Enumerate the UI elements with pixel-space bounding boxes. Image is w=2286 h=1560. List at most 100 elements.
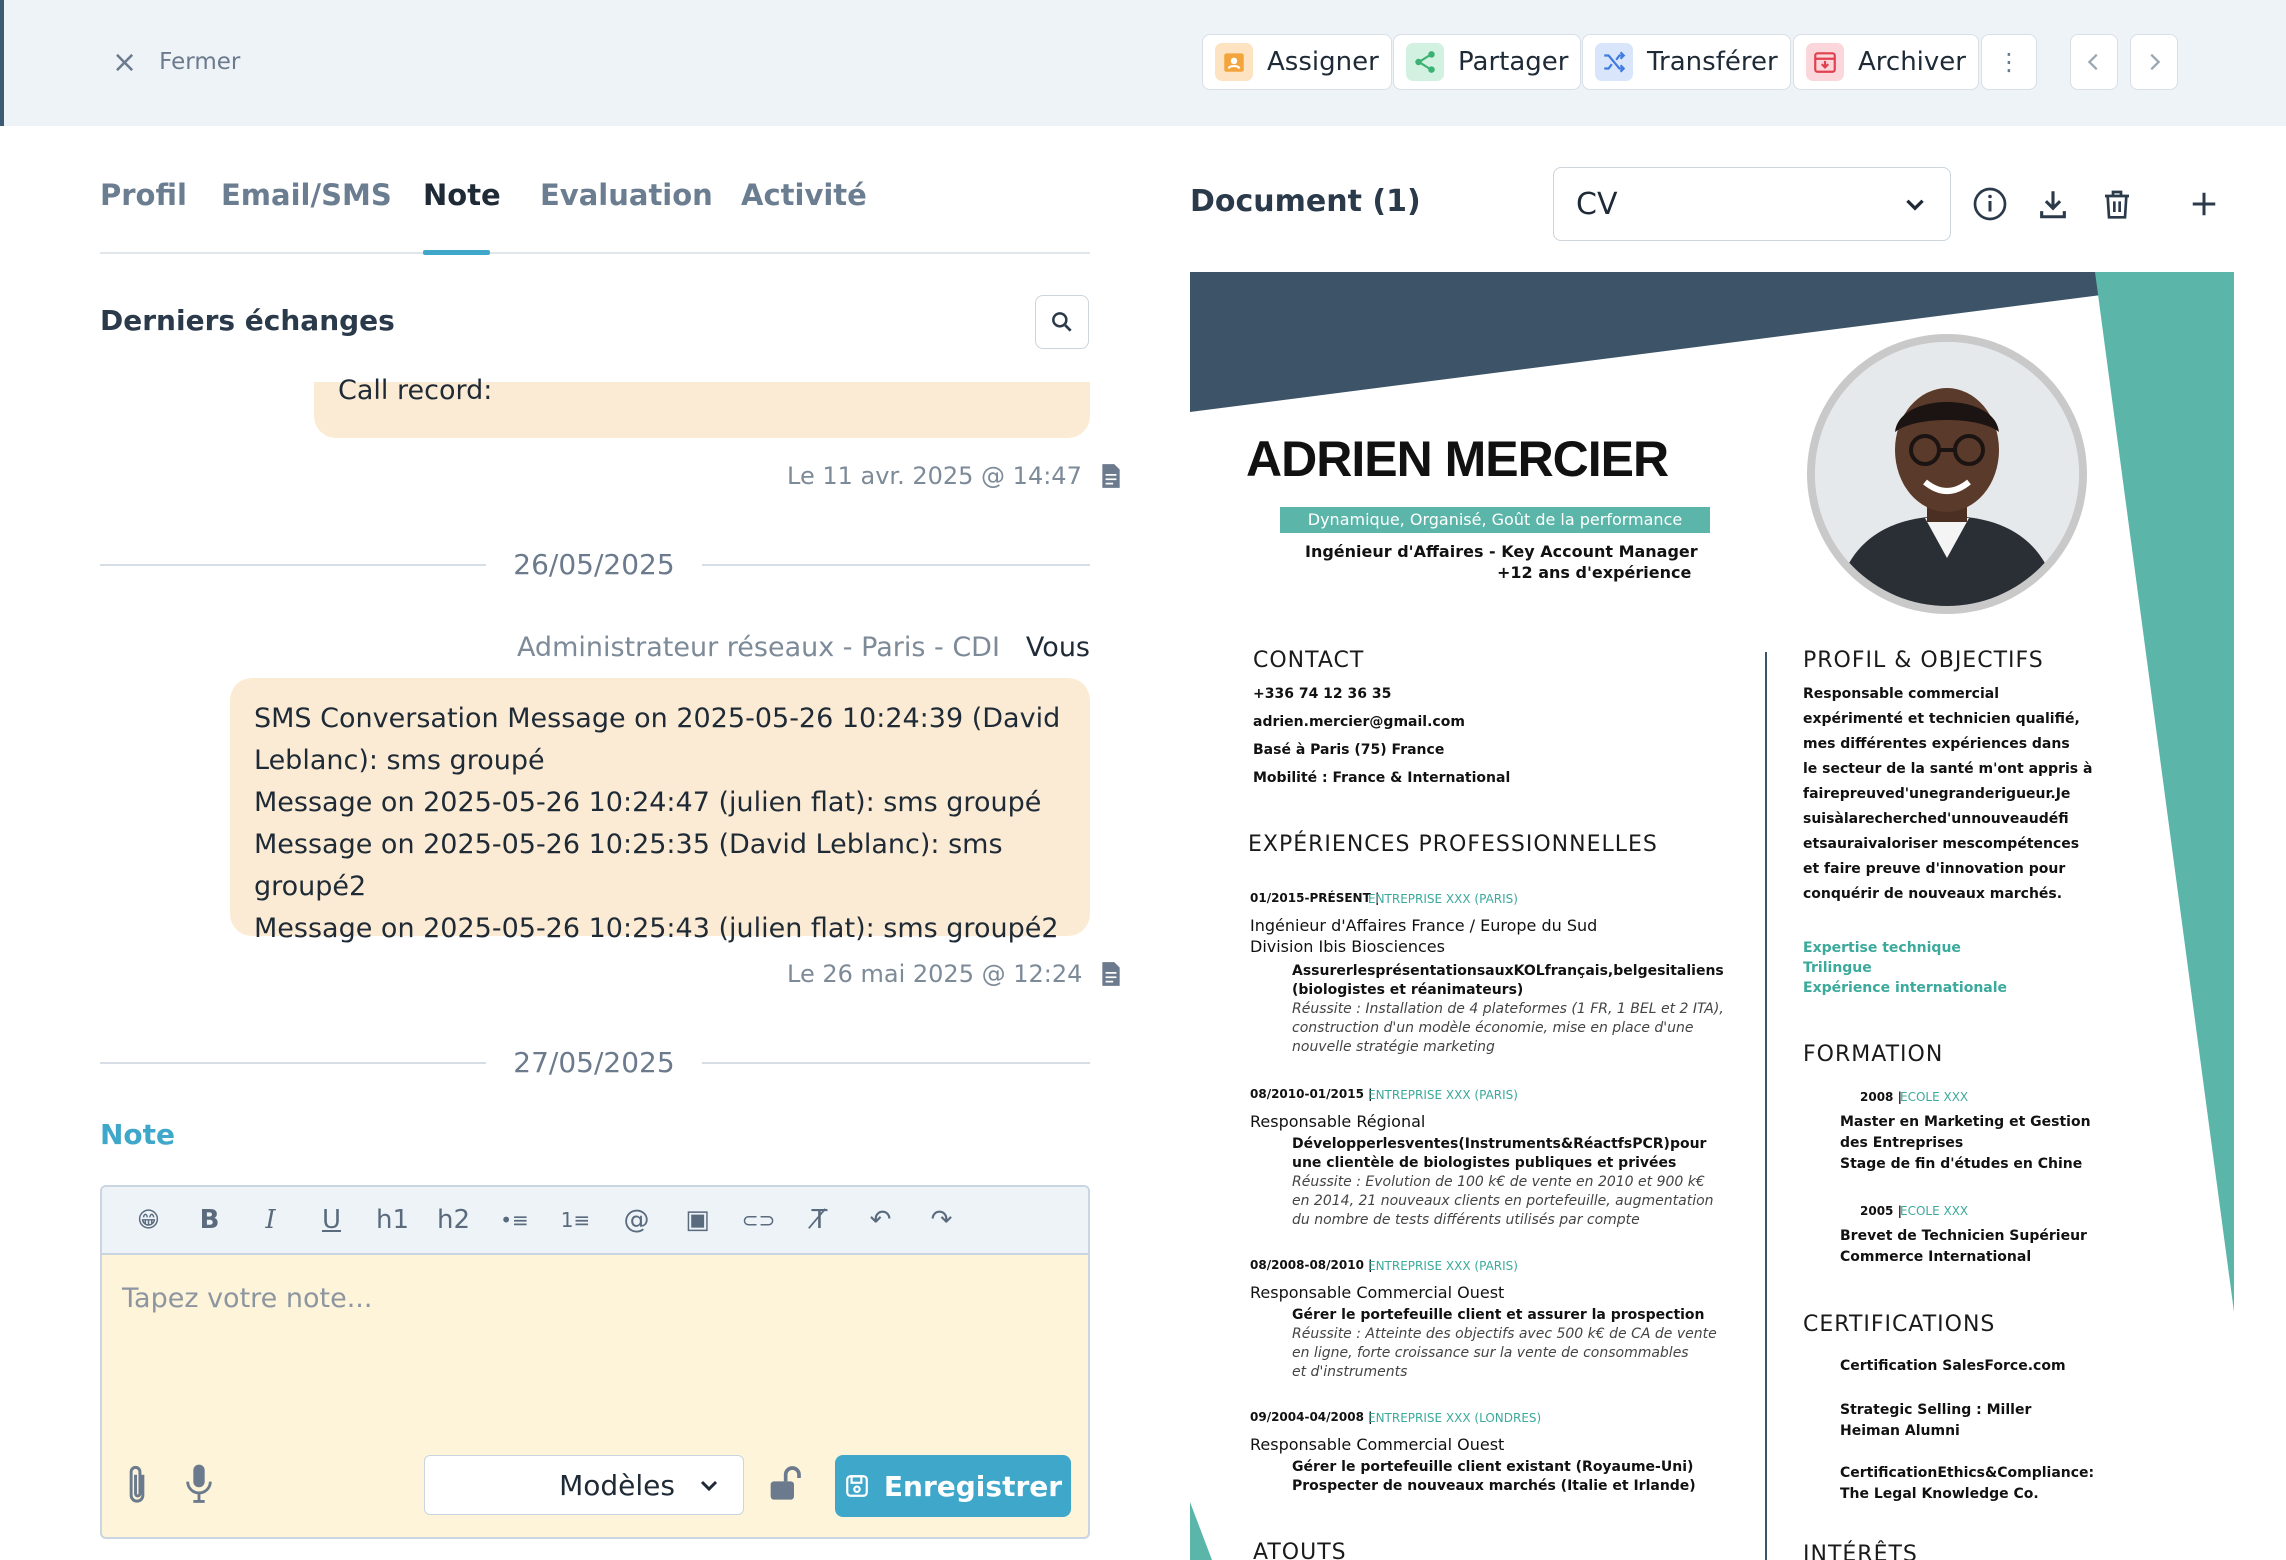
bullet-list-button[interactable]: •≡: [484, 1208, 545, 1232]
add-document-button[interactable]: [2184, 182, 2224, 226]
timestamp-text: Le 26 mai 2025 @ 12:24: [787, 960, 1083, 988]
timestamp-text: Le 11 avr. 2025 @ 14:47: [787, 462, 1082, 490]
save-icon: [846, 1475, 868, 1497]
cv-strength: Expertise technique: [1803, 940, 1961, 956]
cv-cert-title: CERTIFICATIONS: [1803, 1312, 1996, 1337]
clear-format-button[interactable]: T̸: [789, 1205, 850, 1235]
tab-email-sms[interactable]: Email/SMS: [221, 178, 392, 212]
cv-job-dates: 01/2015-PRÉSENT |: [1250, 891, 1380, 905]
note-input[interactable]: Tapez votre note...: [122, 1283, 372, 1314]
attachment-icon[interactable]: [122, 1463, 152, 1507]
search-icon: [1052, 312, 1072, 332]
cv-success-text: Installation de 4 plateformes (1 FR, 1 B…: [1360, 1001, 1724, 1017]
close-icon: ×: [112, 44, 138, 80]
date-separator: 27/05/2025: [100, 1046, 1090, 1079]
document-icon[interactable]: [1100, 961, 1122, 987]
exchanges-title: Derniers échanges: [100, 304, 395, 337]
cv-profile-line: fairepreuved'unegranderigueur.Je: [1803, 786, 2071, 802]
next-button[interactable]: [2130, 34, 2178, 90]
message-line: Message on 2025-05-26 10:25:43 (julien f…: [254, 913, 1059, 944]
trash-icon: [2105, 190, 2129, 219]
cv-job-title: Responsable Régional: [1250, 1112, 1426, 1131]
heading1-button[interactable]: h1: [362, 1205, 423, 1235]
transfer-button[interactable]: Transférer: [1582, 34, 1791, 90]
cv-job-dates: 08/2010-01/2015 |: [1250, 1087, 1373, 1101]
underline-button[interactable]: U: [301, 1205, 362, 1235]
tab-evaluation[interactable]: Evaluation: [540, 178, 713, 212]
cv-profile-line: le secteur de la santé m'ont appris à: [1803, 761, 2093, 777]
close-button[interactable]: × Fermer: [112, 42, 240, 82]
assign-button[interactable]: Assigner: [1202, 34, 1392, 90]
numbered-list-button[interactable]: 1≡: [545, 1208, 606, 1232]
cv-formation-school: ECOLE XXX: [1900, 1090, 1969, 1104]
bold-button[interactable]: B: [179, 1205, 240, 1235]
tab-profil[interactable]: Profil: [100, 178, 187, 212]
cv-success-label: Réussite :: [1292, 1326, 1361, 1342]
cv-mobility: Mobilité : France & International: [1253, 770, 1511, 786]
cv-strength: Trilingue: [1803, 960, 1872, 976]
cv-success-label: Réussite :: [1292, 1174, 1361, 1190]
cv-job-company: ENTREPRISE XXX (PARIS): [1368, 1088, 1518, 1102]
save-label: Enregistrer: [883, 1469, 1063, 1503]
emoji-button[interactable]: 😁: [118, 1208, 179, 1233]
unlock-icon[interactable]: [764, 1463, 804, 1503]
assign-icon: [1215, 43, 1253, 81]
cv-formation-title: FORMATION: [1803, 1042, 1944, 1067]
mention-button[interactable]: @: [606, 1205, 667, 1235]
date-separator-label: 26/05/2025: [513, 548, 675, 581]
italic-button[interactable]: I: [240, 1205, 301, 1235]
tab-note[interactable]: Note: [423, 178, 501, 212]
save-button[interactable]: Enregistrer: [835, 1455, 1071, 1517]
message-line: Leblanc): sms groupé: [254, 745, 545, 776]
image-button[interactable]: ▣: [667, 1205, 728, 1235]
cv-formation-line: des Entreprises: [1840, 1135, 1964, 1151]
cv-cert: Strategic Selling : Miller: [1840, 1402, 2032, 1418]
assign-label: Assigner: [1267, 47, 1379, 77]
note-label: Note: [100, 1118, 176, 1151]
sender-name: Vous: [1025, 632, 1090, 663]
cv-contact-title: CONTACT: [1253, 648, 1365, 673]
cv-profile-line: suisàlarecherched'unnouveaudéfi: [1803, 811, 2069, 827]
cv-location: Basé à Paris (75) France: [1253, 742, 1445, 758]
archive-button[interactable]: Archiver: [1793, 34, 1979, 90]
tab-activite[interactable]: Activité: [741, 178, 867, 212]
search-button[interactable]: [1035, 295, 1089, 349]
transfer-icon: [1595, 43, 1633, 81]
share-button[interactable]: Partager: [1393, 34, 1582, 90]
active-tab-indicator: [423, 250, 490, 255]
cv-success-text: nouvelle stratégie marketing: [1292, 1039, 1495, 1055]
cv-success-text: en 2014, 21 nouveaux clients en portefeu…: [1292, 1193, 1714, 1209]
archive-label: Archiver: [1858, 47, 1966, 77]
download-button[interactable]: [2033, 182, 2073, 226]
redo-button[interactable]: ↷: [911, 1205, 972, 1235]
microphone-icon[interactable]: [182, 1461, 216, 1505]
cv-cert: Certification SalesForce.com: [1840, 1358, 2066, 1374]
cv-profile-line: expérimenté et technicien qualifié,: [1803, 711, 2080, 727]
tabs-divider: [100, 252, 1090, 254]
message-line: SMS Conversation Message on 2025-05-26 1…: [254, 703, 1061, 734]
heading2-button[interactable]: h2: [423, 1205, 484, 1235]
templates-select[interactable]: Modèles: [424, 1455, 744, 1515]
cv-interests-title: INTÉRÊTS: [1803, 1542, 1918, 1560]
previous-button[interactable]: [2070, 34, 2118, 90]
cv-job-company: ENTREPRISE XXX (PARIS): [1368, 892, 1518, 906]
undo-button[interactable]: ↶: [850, 1205, 911, 1235]
link-button[interactable]: ⊂⊃: [728, 1208, 789, 1232]
delete-button[interactable]: [2097, 182, 2137, 226]
date-separator-label: 27/05/2025: [513, 1046, 675, 1079]
more-options-button[interactable]: ⋮: [1981, 34, 2037, 90]
document-select-value: CV: [1576, 186, 1618, 222]
cv-success-text: et d'instruments: [1292, 1364, 1408, 1380]
cv-cert: CertificationEthics&Compliance:: [1840, 1465, 2095, 1481]
editor-toolbar: 😁 B I U h1 h2 •≡ 1≡ @ ▣ ⊂⊃ T̸ ↶ ↷: [102, 1187, 1088, 1255]
message-sender: Administrateur réseaux - Paris - CDI Vou…: [517, 632, 1090, 663]
info-button[interactable]: [1970, 182, 2010, 226]
cv-role: Ingénieur d'Affaires - Key Account Manag…: [1305, 542, 1698, 561]
document-icon[interactable]: [1100, 463, 1122, 489]
document-select[interactable]: CV: [1553, 167, 1951, 241]
cv-experience-title: EXPÉRIENCES PROFESSIONNELLES: [1248, 832, 1658, 857]
cv-formation-line: Commerce International: [1840, 1249, 2032, 1265]
cv-formation-school: ECOLE XXX: [1900, 1204, 1969, 1218]
cv-profile-line: etsauraivaloriser mescompétences: [1803, 836, 2080, 852]
date-separator: 26/05/2025: [100, 548, 1090, 581]
